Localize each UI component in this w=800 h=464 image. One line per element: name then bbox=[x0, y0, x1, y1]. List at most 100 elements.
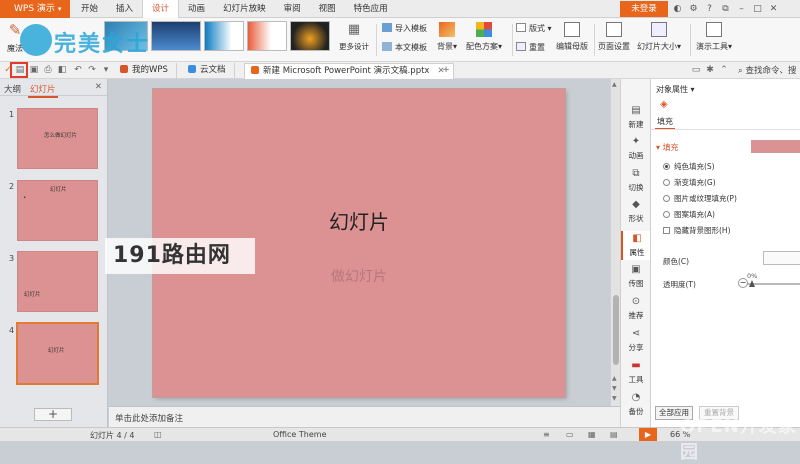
undo-icon[interactable]: ↶ bbox=[72, 64, 84, 76]
reading-view-icon[interactable]: ▤ bbox=[610, 430, 618, 439]
scroll-thumb[interactable] bbox=[613, 295, 619, 365]
page-setup-button[interactable]: 页面设置 bbox=[598, 22, 630, 52]
toolbox-icon: ▬ bbox=[631, 360, 641, 371]
preview-icon[interactable]: ◧ bbox=[56, 64, 68, 76]
sidebar-item-recommend[interactable]: ⊙ 推荐 bbox=[621, 296, 651, 321]
tab-current-document[interactable]: 新建 Microsoft PowerPoint 演示文稿.pptx ✕ bbox=[244, 63, 454, 79]
slide-thumbnail-2[interactable]: 幻灯片 • bbox=[17, 180, 98, 241]
template-thumb-4[interactable] bbox=[247, 21, 287, 51]
spellcheck-icon[interactable]: ◫ bbox=[154, 430, 162, 439]
scroll-down-icon[interactable]: ▼ bbox=[612, 395, 617, 402]
app-menu-button[interactable]: WPS 演示 ▾ bbox=[0, 0, 70, 18]
logo-icon bbox=[20, 24, 52, 56]
template-thumb-5[interactable] bbox=[290, 21, 330, 51]
close-panel-icon[interactable]: ✕ bbox=[95, 82, 102, 92]
sidebar-item-transition[interactable]: ⧉ 切换 bbox=[621, 168, 651, 193]
edit-master-button[interactable]: 编辑母版 bbox=[556, 22, 588, 52]
new-tab-icon[interactable]: + bbox=[440, 64, 452, 76]
sidebar-item-new[interactable]: ▤ 新建 bbox=[621, 105, 651, 130]
notes-toggle-icon[interactable]: ≡ bbox=[543, 430, 550, 439]
fill-color-swatch[interactable] bbox=[751, 140, 800, 153]
settings-icon[interactable]: ⚙ bbox=[688, 4, 699, 14]
vertical-scrollbar[interactable]: ▲ ▲ ▼ ▼ bbox=[610, 79, 620, 406]
more-design-button[interactable]: ▦ 更多设计 bbox=[336, 22, 372, 52]
pin-icon[interactable]: ✱ bbox=[704, 64, 716, 76]
background-button[interactable]: 背景▾ bbox=[437, 22, 457, 52]
sidebar-item-shapes[interactable]: ◆ 形状 bbox=[621, 199, 651, 224]
new-icon: ▤ bbox=[631, 105, 641, 116]
tab-review[interactable]: 审阅 bbox=[275, 0, 310, 18]
slide-size-button[interactable]: 幻灯片大小▾ bbox=[637, 22, 681, 52]
print-icon[interactable]: ⎙ bbox=[42, 64, 54, 76]
slider-handle[interactable] bbox=[749, 280, 755, 287]
tab-view[interactable]: 视图 bbox=[310, 0, 345, 18]
minimize-icon[interactable]: – bbox=[736, 4, 747, 14]
tab-special[interactable]: 特色应用 bbox=[345, 0, 397, 18]
tab-slides[interactable]: 幻灯片 bbox=[28, 83, 58, 98]
color-label: 颜色(C) bbox=[663, 257, 690, 266]
notes-area[interactable]: 单击此处添加备注 bbox=[109, 406, 620, 427]
tab-slideshow[interactable]: 幻灯片放映 bbox=[214, 0, 275, 18]
play-slideshow-button[interactable]: ▶ bbox=[639, 428, 657, 441]
fill-section-header[interactable]: ▾ 填充 bbox=[656, 142, 679, 153]
sorter-view-icon[interactable]: ▦ bbox=[588, 430, 596, 439]
close-icon[interactable]: ✕ bbox=[768, 4, 779, 14]
divider bbox=[651, 129, 800, 130]
layout-button[interactable]: 版式 ▾ bbox=[516, 23, 552, 34]
add-slide-button[interactable]: + bbox=[34, 408, 72, 421]
tools-icon bbox=[706, 22, 722, 37]
tab-animation[interactable]: 动画 bbox=[179, 0, 214, 18]
hide-background-checkbox[interactable]: 隐藏背景图形(H) bbox=[663, 225, 731, 236]
color-picker[interactable] bbox=[763, 251, 800, 265]
properties-header[interactable]: 对象属性 ▾ bbox=[656, 84, 695, 95]
text-template-button[interactable]: 本文模板 bbox=[382, 42, 427, 53]
tab-list-icon[interactable]: ▭ bbox=[690, 64, 702, 76]
app-name: WPS 演示 bbox=[14, 4, 55, 14]
login-button[interactable]: 未登录 bbox=[620, 1, 668, 17]
gradient-fill-option[interactable]: 渐变填充(G) bbox=[663, 177, 716, 188]
tab-outline[interactable]: 大纲 bbox=[4, 83, 21, 95]
dropdown-icon[interactable]: ▾ bbox=[100, 64, 112, 76]
reset-button[interactable]: 重置 bbox=[516, 42, 545, 53]
redo-icon[interactable]: ↷ bbox=[86, 64, 98, 76]
scroll-down-icon[interactable]: ▼ bbox=[612, 385, 617, 392]
scroll-up-icon[interactable]: ▲ bbox=[612, 375, 617, 382]
picture-fill-option[interactable]: 图片或纹理填充(P) bbox=[663, 193, 737, 204]
slide-number: 1 bbox=[9, 110, 15, 119]
quick-access-bar: ✓ ▤ ▣ ⎙ ◧ ↶ ↷ ▾ 我的WPS 云文档 新建 Microsoft P… bbox=[0, 62, 800, 79]
import-template-button[interactable]: 导入模板 bbox=[382, 23, 427, 34]
skin-icon[interactable]: ◐ bbox=[672, 4, 683, 14]
help-icon[interactable]: ? bbox=[704, 4, 715, 14]
pattern-fill-option[interactable]: 图案填充(A) bbox=[663, 209, 715, 220]
scroll-up-icon[interactable]: ▲ bbox=[612, 81, 617, 88]
ribbon-separator bbox=[690, 24, 691, 56]
tab-start[interactable]: 开始 bbox=[72, 0, 107, 18]
color-scheme-button[interactable]: 配色方案▾ bbox=[466, 22, 502, 52]
sidebar-item-animation[interactable]: ✦ 动画 bbox=[621, 136, 651, 161]
command-search[interactable]: ⌕ 查找命令、搜 bbox=[738, 64, 796, 76]
tab-my-wps[interactable]: 我的WPS bbox=[114, 63, 177, 79]
slide-thumbnail-4[interactable]: 幻灯片 bbox=[16, 322, 99, 385]
save-icon[interactable]: ▣ bbox=[28, 64, 40, 76]
maximize-icon[interactable]: □ bbox=[752, 4, 763, 14]
sidebar-item-share[interactable]: ⋖ 分享 bbox=[621, 328, 651, 353]
presentation-tools-button[interactable]: 演示工具▾ bbox=[696, 22, 732, 52]
sidebar-item-backup[interactable]: ◔ 备份 bbox=[621, 392, 651, 417]
fill-bucket-icon[interactable]: ◈ bbox=[660, 99, 668, 110]
sidebar-item-upload-image[interactable]: ▣ 传图 bbox=[621, 264, 651, 289]
slide-thumbnail-3[interactable]: 幻灯片 bbox=[17, 251, 98, 312]
restore-icon[interactable]: ⧉ bbox=[720, 4, 731, 14]
tab-design[interactable]: 设计 bbox=[142, 0, 180, 18]
tab-insert[interactable]: 插入 bbox=[107, 0, 142, 18]
normal-view-icon[interactable]: ▭ bbox=[566, 430, 574, 439]
tab-cloud-docs[interactable]: 云文档 bbox=[182, 63, 235, 79]
sidebar-item-tools[interactable]: ▬ 工具 bbox=[621, 360, 651, 385]
radio bbox=[663, 179, 670, 186]
slide-title[interactable]: 幻灯片 bbox=[153, 206, 565, 235]
expand-icon[interactable]: ⌃ bbox=[718, 64, 730, 76]
sidebar-item-properties[interactable]: ◧ 属性 bbox=[621, 231, 651, 260]
solid-fill-option[interactable]: 纯色填充(S) bbox=[663, 161, 715, 172]
slide-thumbnail-1[interactable]: 怎么做幻灯片 bbox=[17, 108, 98, 169]
pptx-icon bbox=[251, 66, 259, 74]
tab-fill[interactable]: 填充 bbox=[655, 116, 675, 130]
